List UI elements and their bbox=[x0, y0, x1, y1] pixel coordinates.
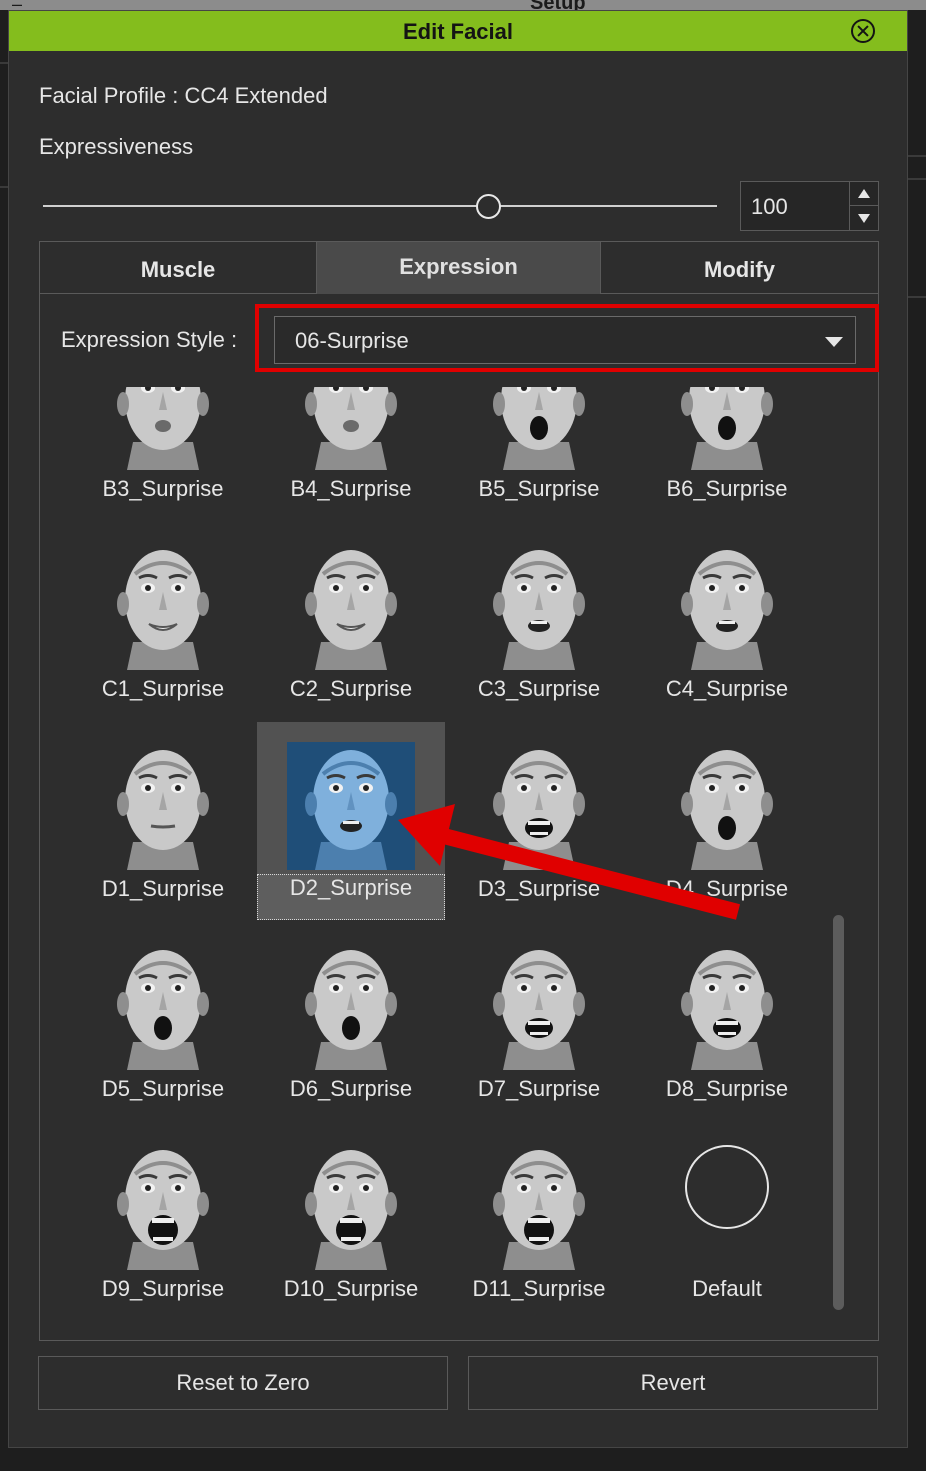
preset-label: D5_Surprise bbox=[101, 1076, 225, 1101]
expression-panel: Muscle Expression Modify Expression Styl… bbox=[39, 241, 879, 1341]
spin-buttons bbox=[849, 182, 879, 230]
expression-preset-d8-surprise[interactable]: D8_Surprise bbox=[633, 922, 821, 1112]
face-thumbnail bbox=[475, 542, 603, 670]
expressiveness-slider-thumb[interactable] bbox=[476, 194, 501, 219]
expression-preset-default[interactable]: Default bbox=[633, 1122, 821, 1312]
preset-label: B5_Surprise bbox=[478, 476, 600, 501]
expressiveness-slider-track[interactable] bbox=[43, 205, 717, 207]
face-thumbnail bbox=[663, 542, 791, 670]
facial-profile-label: Facial Profile : CC4 Extended bbox=[39, 83, 328, 109]
preset-label: D8_Surprise bbox=[665, 1076, 789, 1101]
face-thumbnail bbox=[99, 742, 227, 870]
tab-expression[interactable]: Expression bbox=[317, 242, 600, 294]
preset-label: D7_Surprise bbox=[477, 1076, 601, 1101]
background-divider bbox=[0, 62, 8, 64]
expression-preset-c2-surprise[interactable]: C2_Surprise bbox=[257, 522, 445, 712]
expression-preset-grid: B3_Surprise B4_Surprise B5_Surprise B6_Surp… bbox=[41, 387, 877, 1339]
background-divider bbox=[908, 155, 926, 157]
preset-label: D3_Surprise bbox=[477, 876, 601, 901]
face-thumbnail bbox=[99, 387, 227, 470]
preset-label: D4_Surprise bbox=[665, 876, 789, 901]
face-thumbnail bbox=[99, 1142, 227, 1270]
preset-label: B4_Surprise bbox=[290, 476, 412, 501]
background-window-titlebar bbox=[0, 0, 926, 10]
preset-label: C2_Surprise bbox=[289, 676, 413, 701]
face-thumbnail bbox=[287, 1142, 415, 1270]
grid-scrollbar[interactable] bbox=[833, 915, 844, 1310]
face-thumbnail bbox=[475, 387, 603, 470]
face-thumbnail bbox=[287, 942, 415, 1070]
preset-label: D11_Surprise bbox=[472, 1276, 606, 1301]
face-thumbnail bbox=[99, 942, 227, 1070]
expression-preset-c1-surprise[interactable]: C1_Surprise bbox=[69, 522, 257, 712]
face-thumbnail bbox=[287, 742, 415, 870]
spin-up-icon[interactable] bbox=[850, 182, 879, 206]
spin-down-icon[interactable] bbox=[850, 206, 879, 230]
expression-preset-b6-surprise[interactable]: B6_Surprise bbox=[633, 387, 821, 512]
expression-preset-b4-surprise[interactable]: B4_Surprise bbox=[257, 387, 445, 512]
annotation-highlight-box bbox=[255, 304, 879, 372]
preset-label: B3_Surprise bbox=[102, 476, 224, 501]
preset-label: D2_Surprise bbox=[257, 874, 445, 920]
tab-muscle[interactable]: Muscle bbox=[40, 242, 317, 294]
face-thumbnail bbox=[663, 942, 791, 1070]
tab-modify[interactable]: Modify bbox=[600, 242, 878, 294]
expression-preset-c4-surprise[interactable]: C4_Surprise bbox=[633, 522, 821, 712]
expression-preset-d6-surprise[interactable]: D6_Surprise bbox=[257, 922, 445, 1112]
face-thumbnail bbox=[287, 387, 415, 470]
face-thumbnail bbox=[475, 742, 603, 870]
dialog-titlebar[interactable]: Edit Facial bbox=[9, 11, 907, 51]
tab-bar: Muscle Expression Modify bbox=[40, 242, 878, 294]
facial-profile-prefix: Facial Profile : bbox=[39, 83, 185, 108]
preset-label: C4_Surprise bbox=[665, 676, 789, 701]
face-thumbnail bbox=[475, 942, 603, 1070]
expression-preset-d10-surprise[interactable]: D10_Surprise bbox=[257, 1122, 445, 1312]
facial-profile-value: CC4 Extended bbox=[184, 83, 328, 108]
face-thumbnail bbox=[287, 542, 415, 670]
preset-label: B6_Surprise bbox=[666, 476, 788, 501]
expressiveness-spinbox[interactable]: 100 bbox=[740, 181, 879, 231]
face-thumbnail bbox=[99, 542, 227, 670]
background-divider bbox=[908, 296, 926, 298]
expression-preset-d9-surprise[interactable]: D9_Surprise bbox=[69, 1122, 257, 1312]
revert-button[interactable]: Revert bbox=[468, 1356, 878, 1410]
expression-preset-d11-surprise[interactable]: D11_Surprise bbox=[445, 1122, 633, 1312]
background-divider bbox=[0, 186, 8, 188]
preset-label: D10_Surprise bbox=[283, 1276, 419, 1301]
expression-preset-d7-surprise[interactable]: D7_Surprise bbox=[445, 922, 633, 1112]
face-thumbnail bbox=[475, 1142, 603, 1270]
expression-preset-b3-surprise[interactable]: B3_Surprise bbox=[69, 387, 257, 512]
expression-style-label: Expression Style : bbox=[61, 327, 238, 352]
preset-label: D9_Surprise bbox=[101, 1276, 225, 1301]
reset-to-zero-button[interactable]: Reset to Zero bbox=[38, 1356, 448, 1410]
background-divider bbox=[908, 178, 926, 180]
preset-label: D1_Surprise bbox=[101, 876, 225, 901]
preset-label: C3_Surprise bbox=[477, 676, 601, 701]
edit-facial-dialog: Edit Facial Facial Profile : CC4 Extende… bbox=[8, 10, 908, 1448]
face-thumbnail bbox=[663, 742, 791, 870]
dialog-title: Edit Facial bbox=[402, 19, 514, 44]
expressiveness-value[interactable]: 100 bbox=[751, 194, 788, 220]
expression-preset-b5-surprise[interactable]: B5_Surprise bbox=[445, 387, 633, 512]
face-thumbnail bbox=[663, 387, 791, 470]
preset-label: Default bbox=[692, 1276, 762, 1301]
close-icon[interactable] bbox=[851, 19, 875, 43]
expressiveness-label: Expressiveness bbox=[39, 134, 194, 159]
expression-preset-d3-surprise[interactable]: D3_Surprise bbox=[445, 722, 633, 912]
expression-preset-d5-surprise[interactable]: D5_Surprise bbox=[69, 922, 257, 1112]
expression-preset-d1-surprise[interactable]: D1_Surprise bbox=[69, 722, 257, 912]
expression-preset-c3-surprise[interactable]: C3_Surprise bbox=[445, 522, 633, 712]
preset-label: C1_Surprise bbox=[101, 676, 225, 701]
default-circle-icon bbox=[685, 1145, 769, 1229]
expression-preset-d2-surprise[interactable]: D2_Surprise bbox=[257, 722, 445, 920]
preset-label: D6_Surprise bbox=[289, 1076, 413, 1101]
expression-preset-d4-surprise[interactable]: D4_Surprise bbox=[633, 722, 821, 912]
